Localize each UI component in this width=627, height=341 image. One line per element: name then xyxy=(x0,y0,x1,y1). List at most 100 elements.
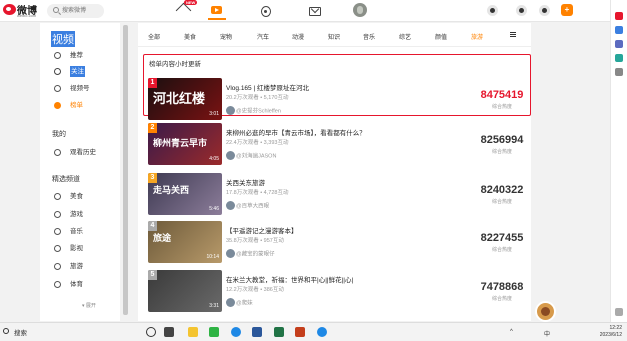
clock-date: 2023/6/12 xyxy=(599,332,622,338)
video-rank-row[interactable]: 柳州青云早市 2 4:05 来柳州必逛的早市【青云市场】，看看都有什么？ 22.4万次观… xyxy=(148,123,526,167)
rank-number: 3 xyxy=(148,173,157,183)
travel-icon xyxy=(54,263,61,270)
film-icon xyxy=(54,245,61,252)
task-view-icon[interactable] xyxy=(164,327,174,337)
nav-home[interactable]: NEW xyxy=(175,0,198,20)
sidebar-heading-mine: 我的 xyxy=(52,131,66,138)
rank-update-note: 榜单内容小时更新 xyxy=(149,61,201,68)
tab-cars[interactable]: 汽车 xyxy=(257,32,269,41)
video-title[interactable]: Vlog.165 | 红楼梦原址在河北 xyxy=(226,82,309,92)
edge-tools-icon[interactable] xyxy=(615,40,623,48)
sports-icon xyxy=(54,281,61,288)
tab-travel[interactable]: 旅游 xyxy=(471,32,483,41)
weibo-eye-icon xyxy=(3,4,16,15)
file-explorer-icon[interactable] xyxy=(188,327,198,337)
video-thumbnail[interactable]: 旅途 4 10:14 xyxy=(148,221,222,263)
video-rank-row[interactable]: 走马关西 3 5:46 关西关东旅游 17.8万次观看 • 4,728互动 @百草大西眼 8… xyxy=(148,173,526,217)
video-thumbnail[interactable]: 河北红楼 1 3:01 xyxy=(148,78,222,120)
tab-knowledge[interactable]: 知识 xyxy=(328,32,340,41)
trending-icon xyxy=(261,6,271,17)
video-author[interactable]: @百草大西眼 xyxy=(226,201,269,211)
video-author[interactable]: @藏宝的蒙眼仔 xyxy=(226,249,275,259)
taskbar-clock[interactable]: 12:22 2023/6/12 xyxy=(600,325,622,339)
game-icon xyxy=(54,211,61,218)
theme-toggle-icon[interactable] xyxy=(539,5,550,16)
tab-food[interactable]: 美食 xyxy=(184,32,196,41)
taskbar-search-label: 搜索 xyxy=(14,330,27,337)
user-avatar[interactable] xyxy=(353,3,367,17)
video-thumbnail[interactable]: 柳州青云早市 2 4:05 xyxy=(148,123,222,165)
settings-icon[interactable] xyxy=(516,5,527,16)
tab-pets[interactable]: 宠物 xyxy=(220,32,232,41)
powerpoint-icon[interactable] xyxy=(295,327,305,337)
sidebar-scrollbar[interactable] xyxy=(123,25,128,315)
sidebar-title: 视频 xyxy=(51,31,75,47)
video-thumbnail[interactable]: 走马关西 3 5:46 xyxy=(148,173,222,215)
video-title[interactable]: 来柳州必逛的早市【青云市场】，看看都有什么？ xyxy=(226,127,366,137)
tab-anime[interactable]: 动漫 xyxy=(292,32,304,41)
compose-button[interactable]: + xyxy=(561,4,573,16)
video-icon xyxy=(211,6,222,14)
excel-icon[interactable] xyxy=(274,327,284,337)
search-icon xyxy=(3,328,9,334)
video-title[interactable]: 在米兰大教堂，祈福：世界和平|心||鲜花||心| xyxy=(226,274,353,284)
sidebar-heading-channels: 精选频道 xyxy=(52,176,80,183)
tray-expand-icon[interactable]: ^ xyxy=(510,329,513,335)
input-language[interactable]: 中 xyxy=(544,329,550,338)
thumbnail-caption: 柳州青云早市 xyxy=(153,138,208,148)
nav-video[interactable] xyxy=(208,2,226,20)
thumbnail-caption: 走马关西 xyxy=(153,185,190,195)
floating-avatar[interactable] xyxy=(535,301,556,322)
tab-looks[interactable]: 颜值 xyxy=(435,32,447,41)
edge-browser-icon[interactable] xyxy=(231,327,241,337)
nav-messages[interactable] xyxy=(306,2,324,20)
hot-value: 8227455 xyxy=(480,232,524,244)
search-box[interactable] xyxy=(47,4,104,18)
video-rank-row[interactable]: 旅途 4 10:14 【平遥游记之漫游客本】 35.8万次观看 • 957互动 @藏宝的蒙… xyxy=(148,221,526,265)
edge-office-icon[interactable] xyxy=(615,54,623,62)
author-avatar xyxy=(226,201,235,210)
history-icon xyxy=(54,149,61,156)
search-input[interactable] xyxy=(62,6,102,16)
brand-domain: weibo.com xyxy=(17,13,37,18)
taskbar-search[interactable]: 搜索 xyxy=(3,326,68,339)
video-author[interactable]: @刘海遍JASON xyxy=(226,151,276,161)
author-name: @史提芬Schleffen xyxy=(236,108,281,115)
nav-trending[interactable] xyxy=(257,2,275,20)
start-circle-icon[interactable] xyxy=(146,327,156,337)
notification-icon[interactable] xyxy=(487,5,498,16)
wechat-icon[interactable] xyxy=(209,327,219,337)
sidebar-item-label: 音乐 xyxy=(70,228,83,235)
hot-label: 综合热度 xyxy=(491,296,512,302)
edge-shop-icon[interactable] xyxy=(615,26,623,34)
tab-all[interactable]: 全部 xyxy=(148,32,160,41)
video-thumbnail[interactable]: 5 3:31 xyxy=(148,270,222,312)
video-author[interactable]: @史提芬Schleffen xyxy=(226,106,281,116)
app-icon[interactable] xyxy=(317,327,327,337)
weibo-logo[interactable]: 微博 weibo.com xyxy=(3,3,43,18)
video-rank-row[interactable]: 5 3:31 在米兰大教堂，祈福：世界和平|心||鲜花||心| 12.2万次观看 • … xyxy=(148,270,526,314)
browser-edge-sidebar xyxy=(610,0,627,322)
author-avatar xyxy=(226,298,235,307)
video-rank-row[interactable]: 河北红楼 1 3:01 Vlog.165 | 红楼梦原址在河北 20.2万次观看 • 5… xyxy=(148,78,526,122)
home-icon xyxy=(175,2,192,19)
edge-add-icon[interactable] xyxy=(615,68,623,76)
video-duration: 3:31 xyxy=(209,303,219,309)
tab-music[interactable]: 音乐 xyxy=(363,32,375,41)
edge-settings-icon[interactable] xyxy=(615,308,623,316)
hot-label: 综合热度 xyxy=(491,199,512,205)
rank-number: 1 xyxy=(148,78,157,88)
more-menu-icon[interactable] xyxy=(510,32,516,37)
video-title[interactable]: 【平遥游记之漫游客本】 xyxy=(226,225,298,235)
author-name: @藏宝的蒙眼仔 xyxy=(236,251,275,258)
sidebar-expand-button[interactable]: ▾ 展开 xyxy=(82,302,96,309)
edge-search-icon[interactable] xyxy=(615,12,623,20)
video-title[interactable]: 关西关东旅游 xyxy=(226,177,265,187)
word-icon[interactable] xyxy=(252,327,262,337)
video-author[interactable]: @爬妹 xyxy=(226,298,253,308)
windows-taskbar: 搜索 ^ 中 12:22 2023/6/12 xyxy=(0,322,627,341)
hot-label: 综合热度 xyxy=(491,149,512,155)
tab-variety[interactable]: 综艺 xyxy=(399,32,411,41)
video-stats: 20.2万次观看 • 5,170互动 xyxy=(226,95,289,101)
sidebar-item-label: 视频号 xyxy=(70,85,90,92)
